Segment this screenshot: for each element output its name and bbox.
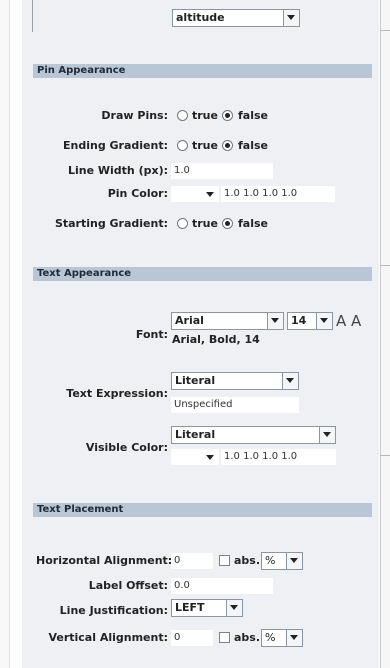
vertical-alignment-unit-value: % bbox=[265, 631, 276, 644]
draw-pins-false-label: false bbox=[238, 109, 268, 122]
left-edge bbox=[0, 0, 10, 668]
label-offset-label: Label Offset: bbox=[88, 579, 168, 592]
pin-color-chevron-down-icon[interactable] bbox=[206, 192, 214, 197]
draw-pins-true-label: true bbox=[192, 109, 218, 122]
vertical-alignment-label: Vertical Alignment: bbox=[48, 631, 168, 644]
chevron-down-icon[interactable] bbox=[282, 373, 298, 389]
vertical-alignment-abs-label: abs. bbox=[234, 631, 261, 644]
chevron-down-icon[interactable] bbox=[319, 427, 335, 443]
font-preview-glyphs: A A bbox=[336, 312, 362, 330]
horizontal-alignment-label: Horizontal Alignment: bbox=[36, 554, 173, 567]
chevron-down-icon[interactable] bbox=[286, 553, 302, 569]
starting-gradient-false-radio[interactable] bbox=[222, 218, 233, 229]
chevron-down-icon[interactable] bbox=[286, 630, 302, 646]
visible-color-chevron-down-icon[interactable] bbox=[206, 455, 214, 460]
font-label: Font: bbox=[135, 328, 168, 341]
ending-gradient-label: Ending Gradient: bbox=[63, 139, 168, 152]
horizontal-alignment-abs-label: abs. bbox=[234, 554, 261, 567]
section-title: Pin Appearance bbox=[37, 65, 126, 76]
label-offset-field[interactable]: 0.0 bbox=[171, 578, 273, 594]
tree-guide-line bbox=[32, 0, 33, 32]
line-justification-select[interactable]: LEFT bbox=[171, 599, 243, 617]
text-appearance-header: Text Appearance bbox=[33, 267, 372, 281]
chevron-down-icon[interactable] bbox=[283, 10, 299, 26]
line-width-label: Line Width (px): bbox=[67, 164, 168, 177]
font-size-select[interactable]: 14 bbox=[287, 312, 333, 330]
draw-pins-false-radio[interactable] bbox=[222, 110, 233, 121]
text-expression-field[interactable]: Unspecified bbox=[171, 397, 299, 413]
chevron-down-icon[interactable] bbox=[226, 600, 242, 616]
pin-appearance-header: Pin Appearance bbox=[33, 64, 372, 78]
visible-color-mode-value: Literal bbox=[175, 428, 216, 441]
font-summary: Arial, Bold, 14 bbox=[172, 333, 260, 346]
vertical-alignment-field[interactable]: 0 bbox=[171, 630, 213, 646]
ending-gradient-true-label: true bbox=[192, 139, 218, 152]
text-expression-label: Text Expression: bbox=[66, 387, 168, 400]
starting-gradient-false-label: false bbox=[238, 217, 268, 230]
chevron-down-icon[interactable] bbox=[267, 313, 283, 329]
ending-gradient-false-label: false bbox=[238, 139, 268, 152]
pin-color-value[interactable]: 1.0 1.0 1.0 1.0 bbox=[221, 186, 335, 202]
horizontal-alignment-unit-value: % bbox=[265, 554, 276, 567]
altitude-mode-value: altitude bbox=[176, 11, 225, 24]
text-expression-mode-select[interactable]: Literal bbox=[171, 372, 299, 390]
starting-gradient-true-label: true bbox=[192, 217, 218, 230]
text-placement-header: Text Placement bbox=[33, 503, 372, 517]
ending-gradient-true-radio[interactable] bbox=[177, 140, 188, 151]
starting-gradient-true-radio[interactable] bbox=[177, 218, 188, 229]
right-strip-mark bbox=[380, 30, 390, 31]
right-strip-mark bbox=[380, 265, 390, 266]
horizontal-alignment-unit-select[interactable]: % bbox=[261, 552, 303, 570]
visible-color-label: Visible Color: bbox=[85, 441, 168, 454]
starting-gradient-label: Starting Gradient: bbox=[54, 217, 168, 230]
visible-color-mode-select[interactable]: Literal bbox=[171, 426, 336, 444]
draw-pins-true-radio[interactable] bbox=[177, 110, 188, 121]
horizontal-alignment-abs-checkbox[interactable] bbox=[219, 555, 230, 566]
font-family-select[interactable]: Arial bbox=[171, 312, 284, 330]
right-strip-mark bbox=[380, 455, 390, 456]
line-justification-label: Line Justification: bbox=[59, 604, 168, 617]
text-expression-mode-value: Literal bbox=[175, 374, 216, 387]
vertical-alignment-unit-select[interactable]: % bbox=[261, 629, 303, 647]
altitude-mode-select[interactable]: altitude bbox=[172, 9, 300, 27]
section-title: Text Placement bbox=[37, 504, 124, 515]
ending-gradient-false-radio[interactable] bbox=[222, 140, 233, 151]
font-family-value: Arial bbox=[175, 314, 204, 327]
line-width-field[interactable]: 1.0 bbox=[171, 163, 273, 179]
chevron-down-icon[interactable] bbox=[316, 313, 332, 329]
vertical-alignment-abs-checkbox[interactable] bbox=[219, 632, 230, 643]
line-justification-value: LEFT bbox=[175, 601, 205, 614]
pin-color-label: Pin Color: bbox=[107, 187, 168, 200]
horizontal-alignment-field[interactable]: 0 bbox=[171, 553, 213, 569]
visible-color-value[interactable]: 1.0 1.0 1.0 1.0 bbox=[221, 449, 336, 465]
draw-pins-label: Draw Pins: bbox=[101, 109, 168, 122]
right-scroll-strip[interactable] bbox=[380, 0, 390, 668]
font-size-value: 14 bbox=[291, 314, 307, 327]
section-title: Text Appearance bbox=[37, 268, 132, 279]
